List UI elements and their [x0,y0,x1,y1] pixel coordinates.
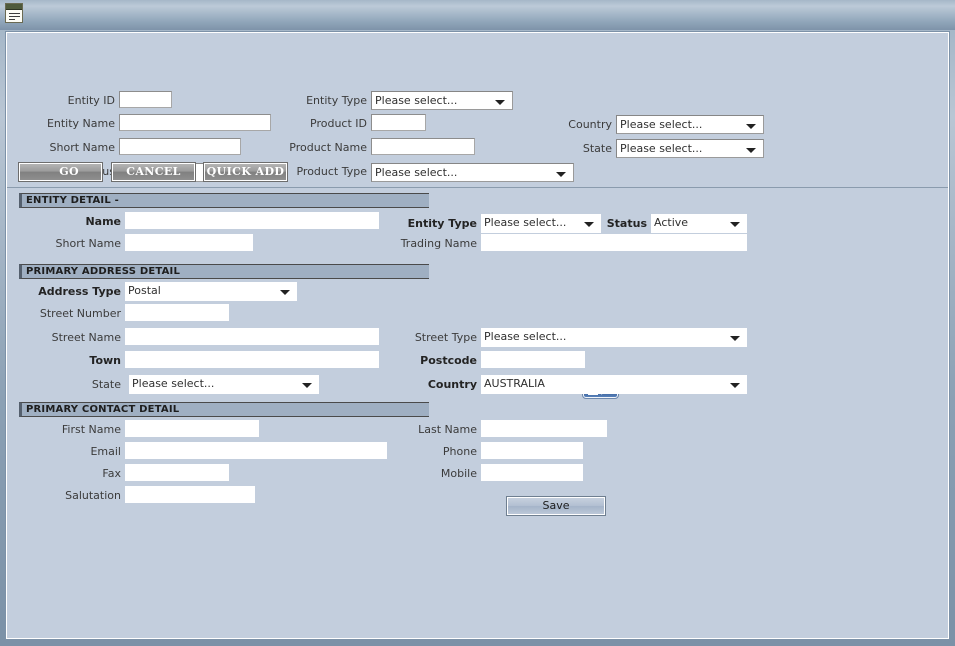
entity-detail-short-name-input[interactable] [125,234,253,251]
address-type-label: Address Type [38,285,121,298]
first-name-input[interactable] [125,420,259,437]
email-input[interactable] [125,442,387,459]
chevron-down-icon [280,290,290,295]
save-button[interactable]: Save [506,496,606,516]
entity-detail-entity-type-select[interactable]: Please select... [481,214,601,233]
last-name-input[interactable] [481,420,607,437]
quick-add-button[interactable]: QUICK ADD [203,162,288,182]
street-name-input[interactable] [125,328,379,345]
address-state-value: Please select... [132,377,215,390]
state-select[interactable]: Please select... [616,139,764,158]
short-name-label: Short Name [49,141,115,154]
address-type-select[interactable]: Postal [125,282,297,301]
product-type-select[interactable]: Please select... [371,163,574,182]
icon-line [9,13,20,14]
first-name-label: First Name [61,423,121,436]
chevron-down-icon [495,100,505,105]
street-type-label: Street Type [414,331,477,344]
fax-input[interactable] [125,464,229,481]
fax-label: Fax [102,467,121,480]
entity-detail-short-name-label: Short Name [55,237,121,250]
icon-line [9,19,15,20]
chevron-down-icon [730,336,740,341]
state-label: State [582,142,612,155]
address-country-select[interactable]: AUSTRALIA [481,375,747,394]
chevron-down-icon [746,148,756,153]
primary-address-detail-section-header: PRIMARY ADDRESS DETAIL [19,264,429,279]
icon-titlebar-strip [6,4,22,10]
entity-type-select[interactable]: Please select... [371,91,513,110]
entity-id-label: Entity ID [67,94,115,107]
street-name-label: Street Name [51,331,121,344]
street-number-label: Street Number [39,307,121,320]
town-label: Town [89,354,121,367]
chevron-down-icon [556,172,566,177]
application-window: Entity ID Entity Name Short Name Status … [0,0,955,646]
entity-type-label: Entity Type [306,94,367,107]
entity-detail-trading-name-label: Trading Name [400,237,477,250]
email-label: Email [90,445,121,458]
address-state-label: State [91,378,121,391]
product-id-input[interactable] [371,114,426,131]
entity-name-label: Entity Name [46,117,115,130]
last-name-label: Last Name [418,423,477,436]
entity-detail-trading-name-input[interactable] [481,234,747,251]
address-country-value: AUSTRALIA [484,377,545,390]
cancel-button[interactable]: CANCEL [111,162,196,182]
mobile-input[interactable] [481,464,583,481]
salutation-label: Salutation [65,489,121,502]
country-select[interactable]: Please select... [616,115,764,134]
postcode-label: Postcode [420,354,477,367]
street-type-value: Please select... [484,330,567,343]
product-id-label: Product ID [310,117,367,130]
entity-id-input[interactable] [119,91,172,108]
entity-detail-entity-type-value: Please select... [484,216,567,229]
go-button[interactable]: GO [18,162,103,182]
salutation-input[interactable] [125,486,255,503]
phone-input[interactable] [481,442,583,459]
address-state-select[interactable]: Please select... [129,375,319,394]
entity-type-select-value: Please select... [375,94,458,107]
chevron-down-icon [730,222,740,227]
entity-detail-name-input[interactable] [125,212,379,229]
main-content-frame: Entity ID Entity Name Short Name Status … [5,31,950,640]
product-type-select-value: Please select... [375,166,458,179]
entity-search-panel: Entity ID Entity Name Short Name Status … [7,33,948,188]
window-document-icon [5,3,23,23]
state-select-value: Please select... [620,142,703,155]
entity-detail-status-select[interactable]: Active [651,214,747,233]
country-select-value: Please select... [620,118,703,131]
town-input[interactable] [125,351,379,368]
address-type-value: Postal [128,284,161,297]
entity-detail-status-value: Active [654,216,689,229]
primary-contact-detail-section-header: PRIMARY CONTACT DETAIL [19,402,429,417]
product-name-input[interactable] [371,138,475,155]
chevron-down-icon [302,383,312,388]
window-titlebar [0,0,955,30]
chevron-down-icon [584,222,594,227]
entity-detail-status-label: Status [606,217,647,230]
chevron-down-icon [746,124,756,129]
postcode-input[interactable] [481,351,585,368]
entity-detail-name-label: Name [85,215,121,228]
product-name-label: Product Name [289,141,367,154]
street-type-select[interactable]: Please select... [481,328,747,347]
address-country-label: Country [427,378,477,391]
phone-label: Phone [442,445,477,458]
street-number-input[interactable] [125,304,229,321]
entity-detail-entity-type-label: Entity Type [407,217,477,230]
entity-detail-section-header: ENTITY DETAIL - [19,193,429,208]
chevron-down-icon [730,383,740,388]
country-label: Country [568,118,612,131]
short-name-input[interactable] [119,138,241,155]
mobile-label: Mobile [440,467,477,480]
icon-line [9,16,20,17]
